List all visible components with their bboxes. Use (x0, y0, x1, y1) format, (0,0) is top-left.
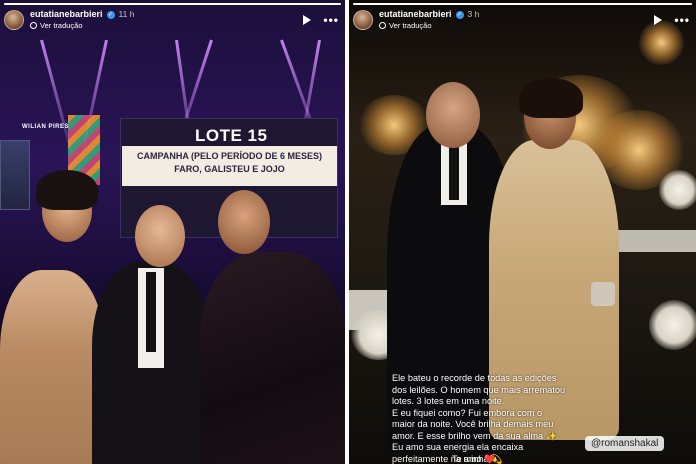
translate-row[interactable]: Ver tradução (379, 21, 479, 30)
translate-row[interactable]: Ver tradução (30, 21, 134, 30)
story-header: eutatianebarbieri ✓ 11 h Ver tradução ••… (4, 8, 339, 32)
flower-arrangement (649, 300, 696, 350)
lot-title: LOTE 15 (195, 126, 268, 145)
story-controls: ••• (303, 14, 339, 26)
love-text: Te amo ❤️ (452, 454, 496, 464)
avatar[interactable] (4, 10, 24, 30)
campaign-line-1: CAMPANHA (PELO PERÍODO DE 6 MESES) (136, 151, 323, 161)
person-head (426, 82, 480, 148)
progress-fill (4, 3, 341, 5)
caption-line: lotes. 3 lotes em uma noite. (392, 396, 505, 406)
person-hair (519, 78, 583, 118)
post-time: 11 h (118, 9, 135, 20)
story-meta: eutatianebarbieri ✓ 3 h Ver tradução (379, 9, 480, 30)
verified-badge-icon: ✓ (106, 10, 115, 19)
flower-arrangement (659, 170, 696, 210)
play-icon[interactable] (654, 15, 663, 25)
person-man-velvet (200, 252, 345, 464)
more-options-icon[interactable]: ••• (674, 14, 690, 26)
play-icon[interactable] (303, 15, 312, 25)
tie (146, 272, 156, 352)
mention-sticker[interactable]: @romanshakal (585, 436, 665, 451)
caption-line: maior da noite. Você brilha demais meu (392, 419, 554, 429)
caption-line: dos leilões. O homem que mais arrematou (392, 384, 566, 395)
username-row: eutatianebarbieri ✓ 11 h (30, 9, 135, 20)
username[interactable]: eutatianebarbieri (379, 9, 452, 20)
avatar[interactable] (353, 10, 373, 30)
person-head (135, 205, 185, 267)
clutch-bag (591, 282, 615, 306)
globe-icon (30, 22, 37, 30)
campaign-line-2: FARO, GALISTEU E JOJO (174, 164, 285, 174)
tie (449, 140, 459, 200)
verified-badge-icon: ✓ (455, 10, 464, 19)
story-panel-left[interactable]: WILIAN PIRES LOTE 15 CAMPANHA (PELO PERÍ… (0, 0, 345, 464)
caption-line: E eu fiquei como? Fui embora com o (392, 407, 543, 418)
username-row: eutatianebarbieri ✓ 3 h (379, 9, 480, 20)
username[interactable]: eutatianebarbieri (30, 9, 103, 20)
story-progress-bar (4, 3, 341, 5)
story-meta: eutatianebarbieri ✓ 11 h Ver tradução (30, 9, 135, 30)
story-progress-bar (353, 3, 692, 5)
story-caption: Ele bateu o recorde de todas as edições … (392, 373, 607, 464)
side-screen (0, 140, 30, 210)
more-options-icon[interactable]: ••• (323, 14, 339, 26)
caption-line: Ele bateu o recorde de todas as edições (392, 373, 557, 383)
story-controls: ••• (654, 14, 690, 26)
caption-line: Eu amo sua energia ela encaixa (392, 442, 524, 452)
campaign-box: CAMPANHA (PELO PERÍODO DE 6 MESES) FARO,… (122, 146, 337, 186)
translate-link[interactable]: Ver tradução (389, 21, 432, 30)
post-time: 3 h (467, 9, 480, 20)
progress-fill (353, 3, 692, 5)
stage-brand: WILIAN PIRES (22, 124, 70, 130)
globe-icon (379, 22, 386, 30)
person-hair (36, 170, 98, 210)
caption-line: amor. E esse brilho vem da sua alma ✨ (392, 430, 558, 441)
story-header: eutatianebarbieri ✓ 3 h Ver tradução ••• (353, 8, 690, 32)
person-woman-gown (0, 270, 105, 464)
person-head (218, 190, 270, 254)
table (611, 230, 696, 252)
translate-link[interactable]: Ver tradução (40, 21, 83, 30)
caption-line: perfeitamente na minha 💫 (392, 453, 503, 464)
